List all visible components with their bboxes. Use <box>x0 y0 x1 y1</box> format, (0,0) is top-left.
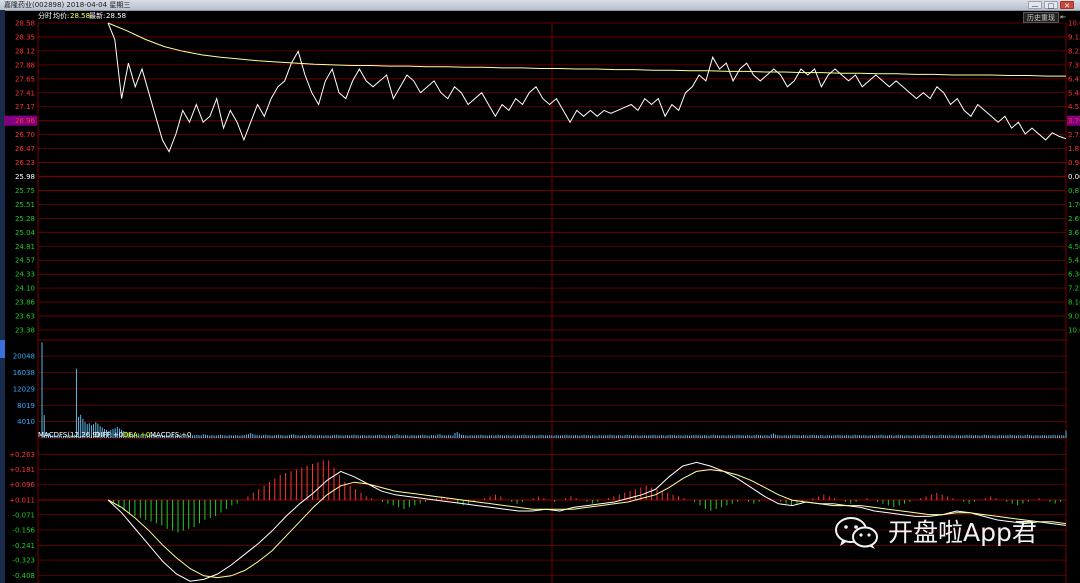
expand-icon[interactable]: ⇤ <box>1058 12 1068 23</box>
macd-tick-label: +0.181 <box>9 466 35 474</box>
info-label: 分时 <box>38 11 52 20</box>
wechat-logo-icon <box>835 517 878 549</box>
price-line <box>107 22 1067 153</box>
macd-diff-label: DIFF: <box>95 431 112 439</box>
price-tick-label: 27.88 <box>15 61 35 69</box>
price-tick-label: 27.41 <box>15 89 35 97</box>
pct-tick-label: 4.53 <box>1068 103 1080 111</box>
pct-tick-label: 0.00 <box>1068 173 1080 181</box>
maximize-button[interactable]: □ <box>1044 1 1058 10</box>
pct-tick-label: 0.94 <box>1068 159 1080 167</box>
price-tick-label: 23.86 <box>15 299 36 307</box>
avg-price-line <box>107 22 1066 77</box>
pct-tick-label: 2.69 <box>1068 215 1080 223</box>
macd-hist-label: MACDFS: <box>150 431 182 439</box>
pct-tick-label: 1.76 <box>1068 201 1080 209</box>
volume-tick-label: 12029 <box>13 385 35 393</box>
price-tick-label: 27.17 <box>15 103 35 111</box>
price-tick-label: 24.33 <box>15 271 35 279</box>
price-tick-label: 25.75 <box>15 187 35 195</box>
volume-tick-label: 8019 <box>17 402 35 410</box>
avg-price-label: 均价: <box>53 11 69 20</box>
price-tick-label: 23.38 <box>15 327 35 335</box>
pct-tick-label: 10.0 <box>1068 20 1080 28</box>
macd-diff-value: +0 <box>113 431 123 439</box>
pct-tick-label: 9.05 <box>1068 313 1080 321</box>
macd-tick-label: +0.263 <box>9 451 35 459</box>
window-title: 嘉隆药业(002898) 2018-04-04 星期三 <box>4 1 131 9</box>
pct-tick-label: 8.16 <box>1068 299 1080 307</box>
chart-grid <box>37 22 1067 583</box>
price-tick-label: 25.51 <box>15 201 35 209</box>
price-tick-label: 28.12 <box>15 47 35 55</box>
volume-panel <box>41 342 1067 438</box>
pct-tick-label: 1.87 <box>1068 145 1080 153</box>
macd-dea-value: +0 <box>140 431 150 439</box>
pct-tick-label: 5.48 <box>1068 89 1080 97</box>
macd-tick-label: -0.323 <box>12 557 35 565</box>
price-tick-label: 25.04 <box>15 229 36 237</box>
pct-tick-label: 6.34 <box>1068 271 1080 279</box>
price-tick-label: 24.81 <box>15 243 35 251</box>
pct-tick-label: 0.87 <box>1068 187 1080 195</box>
price-tick-label: 28.35 <box>15 33 35 41</box>
pct-tick-label: 4.50 <box>1068 243 1080 251</box>
macd-tick-label: -0.408 <box>12 572 35 580</box>
price-tick-label: 26.70 <box>15 131 35 139</box>
price-tick-label: 26.47 <box>15 145 35 153</box>
watermark: 开盘啦App君 <box>834 512 1054 554</box>
macd-tick-label: -0.241 <box>12 542 35 550</box>
pct-tick-label: 7.22 <box>1068 285 1080 293</box>
pct-tick-label: 9.12 <box>1068 33 1080 41</box>
price-tick-label: 24.10 <box>15 285 35 293</box>
macd-title: MACDFS(12,26,9) <box>38 431 100 439</box>
price-tick-label: 26.23 <box>15 159 35 167</box>
pct-tick-label: 3.70 <box>1068 117 1080 125</box>
macd-tick-label: -0.071 <box>12 511 35 519</box>
price-tick-label: 24.57 <box>15 257 35 265</box>
price-tick-label: 25.28 <box>15 215 35 223</box>
price-tick-label: 25.98 <box>15 173 35 181</box>
pct-tick-label: 5.43 <box>1068 257 1080 265</box>
pct-tick-label: 3.61 <box>1068 229 1080 237</box>
pct-tick-label: 8.23 <box>1068 47 1080 55</box>
latest-price-value: 28.58 <box>106 12 126 20</box>
macd-tick-label: +0.011 <box>9 497 35 505</box>
intraday-chart: 28.58 10.0 28.35 9.12 28.12 8.23 27.88 7.35 27.6… <box>4 11 1080 583</box>
macd-tick-label: +0.096 <box>9 481 35 489</box>
price-tick-label: 26.96 <box>15 117 36 125</box>
volume-tick-label: 20048 <box>13 353 35 361</box>
macd-tick-label: -0.156 <box>12 527 35 535</box>
price-tick-label: 23.63 <box>15 313 35 321</box>
pct-tick-label: 10.0 <box>1068 327 1080 335</box>
minimize-button[interactable]: — <box>1028 1 1042 10</box>
pct-tick-label: 6.42 <box>1068 75 1080 83</box>
latest-price-label: 最新: <box>89 11 105 20</box>
pct-tick-label: 2.75 <box>1068 131 1080 139</box>
macd-dea-label: DEA: <box>123 431 140 439</box>
volume-tick-label: 4010 <box>17 418 35 426</box>
macd-hist-value: +0 <box>181 431 191 439</box>
price-tick-label: 27.65 <box>15 75 35 83</box>
price-axis: 28.58 10.0 28.35 9.12 28.12 8.23 27.88 7.35 27.6… <box>4 20 1080 580</box>
price-tick-label: 28.58 <box>15 20 35 28</box>
chart-legends: 分时 均价: 28.58 最新: 28.58 MACDFS(12,26,9) D… <box>38 11 191 439</box>
close-button[interactable]: ✕ <box>1060 1 1074 10</box>
pct-tick-label: 7.35 <box>1068 61 1080 69</box>
watermark-text: 开盘啦App君 <box>888 518 1037 547</box>
avg-price-value: 28.58 <box>70 12 90 20</box>
volume-tick-label: 16038 <box>13 369 35 377</box>
history-replay-button[interactable]: 历史重现 <box>1023 12 1059 23</box>
